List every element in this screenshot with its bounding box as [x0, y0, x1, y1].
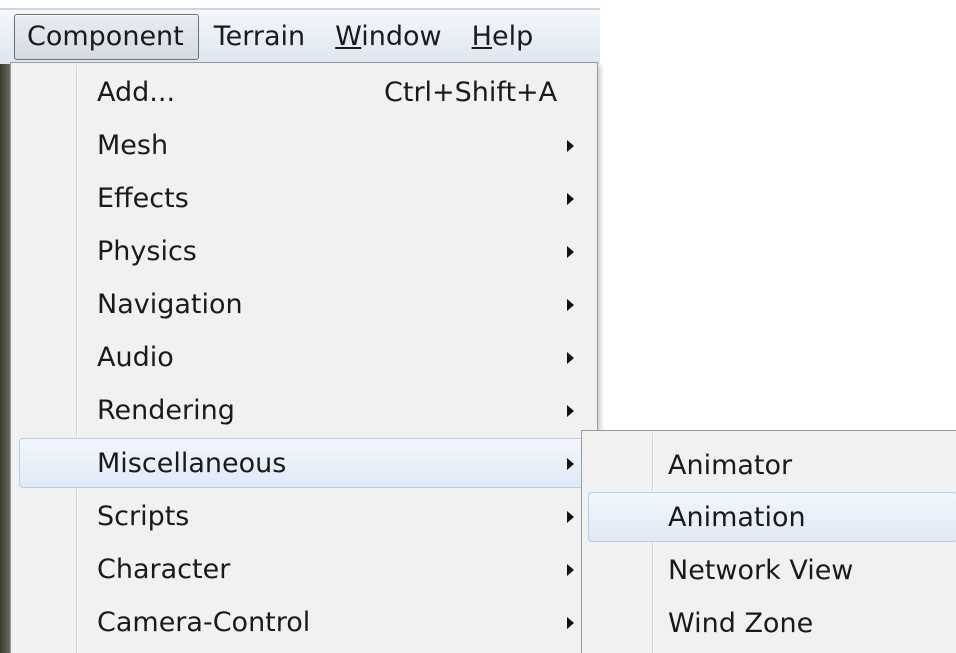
menu-item-character[interactable]: Character — [13, 544, 595, 594]
menu-item-effects[interactable]: Effects — [13, 173, 595, 223]
menu-item-label: Scripts — [97, 501, 190, 532]
menu-item-label: Mesh — [97, 130, 169, 161]
submenu-item-label: Wind Zone — [668, 608, 814, 639]
menu-item-scripts[interactable]: Scripts — [13, 491, 595, 541]
menu-item-add[interactable]: Add... Ctrl+Shift+A — [13, 67, 595, 117]
menu-terrain[interactable]: Terrain — [201, 14, 320, 60]
menu-help-label: Help — [471, 21, 534, 52]
submenu-item-animator[interactable]: Animator — [584, 440, 955, 490]
menu-item-label: Camera-Control — [97, 607, 311, 638]
submenu-item-label: Network View — [668, 555, 854, 586]
menu-item-label: Effects — [97, 183, 189, 214]
menu-bar: Component Terrain Window Help — [0, 8, 600, 64]
menu-item-camera-control[interactable]: Camera-Control — [13, 597, 595, 647]
menu-help[interactable]: Help — [459, 14, 549, 60]
menu-item-shortcut: Ctrl+Shift+A — [384, 77, 558, 108]
chevron-right-icon — [567, 564, 574, 576]
menu-window-label: Window — [335, 21, 442, 52]
menu-item-label: Character — [97, 554, 231, 585]
menu-terrain-label: Terrain — [213, 21, 306, 52]
submenu-item-network-view[interactable]: Network View — [584, 545, 955, 595]
menu-item-label: Miscellaneous — [97, 448, 287, 479]
menu-item-physics[interactable]: Physics — [13, 226, 595, 276]
menu-item-label: Physics — [97, 236, 197, 267]
menu-item-navigation[interactable]: Navigation — [13, 279, 595, 329]
menu-item-label: Audio — [97, 342, 174, 373]
menu-window[interactable]: Window — [322, 14, 456, 60]
menu-component[interactable]: Component — [14, 14, 199, 60]
chevron-right-icon — [567, 405, 574, 417]
menu-item-audio[interactable]: Audio — [13, 332, 595, 382]
chevron-right-icon — [567, 246, 574, 258]
chevron-right-icon — [567, 511, 574, 523]
menu-item-mesh[interactable]: Mesh — [13, 120, 595, 170]
menu-item-rendering[interactable]: Rendering — [13, 385, 595, 435]
chevron-right-icon — [567, 299, 574, 311]
submenu-item-label: Animator — [668, 450, 793, 481]
editor-background — [0, 60, 10, 653]
menu-item-label: Add... — [97, 77, 176, 108]
chevron-right-icon — [567, 352, 574, 364]
submenu-item-wind-zone[interactable]: Wind Zone — [584, 598, 955, 648]
menu-item-label: Navigation — [97, 289, 243, 320]
component-dropdown-menu: Add... Ctrl+Shift+A Mesh Effects Physics… — [10, 62, 598, 653]
submenu-item-animation[interactable]: Animation — [588, 492, 956, 542]
screen: Component Terrain Window Help Add... Ctr… — [0, 0, 956, 653]
menu-item-miscellaneous[interactable]: Miscellaneous — [19, 438, 591, 488]
chevron-right-icon — [567, 193, 574, 205]
chevron-right-icon — [567, 140, 574, 152]
chevron-right-icon — [567, 458, 574, 470]
chevron-right-icon — [567, 617, 574, 629]
menu-item-label: Rendering — [97, 395, 235, 426]
submenu-item-label: Animation — [668, 502, 806, 533]
menu-component-label: Component — [27, 21, 184, 52]
miscellaneous-submenu: Animator Animation Network View Wind Zon… — [581, 430, 956, 653]
